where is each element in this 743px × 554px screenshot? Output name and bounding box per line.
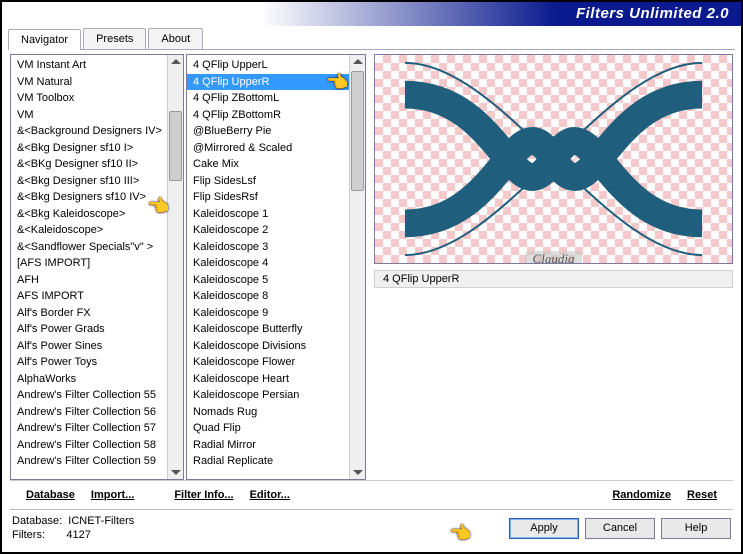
list-item[interactable]: VM Natural <box>11 74 183 91</box>
list-item[interactable]: Radial Replicate <box>187 453 365 470</box>
list-item[interactable]: 4 QFlip ZBottomR <box>187 107 365 124</box>
import-button[interactable]: Import... <box>85 487 140 503</box>
list-item[interactable]: AFS IMPORT <box>11 288 183 305</box>
list-item[interactable]: &<Background Designers IV> <box>11 123 183 140</box>
list-item[interactable]: Kaleidoscope Butterfly <box>187 321 365 338</box>
list-item[interactable]: AFH <box>11 272 183 289</box>
list-item[interactable]: &<Sandflower Specials"v" > <box>11 239 183 256</box>
list-item[interactable]: Cake Mix <box>187 156 365 173</box>
reset-button[interactable]: Reset <box>681 487 723 503</box>
list-item[interactable]: &<Bkg Designer sf10 III> <box>11 173 183 190</box>
database-button[interactable]: Database <box>20 487 81 503</box>
tab-navigator[interactable]: Navigator <box>8 29 81 50</box>
list-item[interactable]: Flip SidesRsf <box>187 189 365 206</box>
randomize-button[interactable]: Randomize <box>606 487 677 503</box>
preview-panel: Claudia <box>374 54 733 264</box>
list-item[interactable]: Andrew's Filter Collection 56 <box>11 404 183 421</box>
selected-filter-label: 4 QFlip UpperR <box>374 270 733 288</box>
list-item[interactable]: &<BKg Designer sf10 II> <box>11 156 183 173</box>
list-item[interactable]: Kaleidoscope 2 <box>187 222 365 239</box>
list-item[interactable]: Alf's Power Toys <box>11 354 183 371</box>
list-item[interactable]: VM Toolbox <box>11 90 183 107</box>
tab-about[interactable]: About <box>148 28 203 49</box>
list-item[interactable]: VM <box>11 107 183 124</box>
filter-list[interactable]: 4 QFlip UpperL4 QFlip UpperR4 QFlip ZBot… <box>186 54 366 480</box>
list-item[interactable]: Kaleidoscope 3 <box>187 239 365 256</box>
list-item[interactable]: Andrew's Filter Collection 58 <box>11 437 183 454</box>
list-item[interactable]: Kaleidoscope 8 <box>187 288 365 305</box>
list-item[interactable]: AlphaWorks <box>11 371 183 388</box>
list-item[interactable]: Andrew's Filter Collection 59 <box>11 453 183 470</box>
help-button[interactable]: Help <box>661 518 731 539</box>
preview-image <box>375 55 732 263</box>
filter-info-button[interactable]: Filter Info... <box>168 487 239 503</box>
list-item[interactable]: Nomads Rug <box>187 404 365 421</box>
list-item[interactable]: &<Bkg Designers sf10 IV> <box>11 189 183 206</box>
list-item[interactable]: Kaleidoscope Heart <box>187 371 365 388</box>
category-list[interactable]: VM Instant ArtVM NaturalVM ToolboxVM&<Ba… <box>10 54 184 480</box>
list-item[interactable]: Radial Mirror <box>187 437 365 454</box>
cancel-button[interactable]: Cancel <box>585 518 655 539</box>
list-item[interactable]: &<Kaleidoscope> <box>11 222 183 239</box>
scroll-thumb[interactable] <box>169 111 182 181</box>
app-title: Filters Unlimited 2.0 <box>576 5 729 22</box>
list-item[interactable]: Alf's Border FX <box>11 305 183 322</box>
list-item[interactable]: Kaleidoscope 9 <box>187 305 365 322</box>
status-info: Database: ICNET-Filters Filters: 4127 <box>12 514 134 542</box>
list-item[interactable]: @Mirrored & Scaled <box>187 140 365 157</box>
scrollbar[interactable] <box>167 55 183 479</box>
list-item[interactable]: Kaleidoscope Persian <box>187 387 365 404</box>
list-item[interactable]: 4 QFlip ZBottomL <box>187 90 365 107</box>
list-item[interactable]: Andrew's Filter Collection 55 <box>11 387 183 404</box>
scrollbar[interactable] <box>349 55 365 479</box>
list-item[interactable]: [AFS IMPORT] <box>11 255 183 272</box>
list-item[interactable]: Kaleidoscope Divisions <box>187 338 365 355</box>
list-item[interactable]: &<Bkg Kaleidoscope> <box>11 206 183 223</box>
editor-button[interactable]: Editor... <box>244 487 296 503</box>
list-item[interactable]: Kaleidoscope 4 <box>187 255 365 272</box>
scroll-thumb[interactable] <box>351 71 364 191</box>
list-item[interactable]: VM Instant Art <box>11 57 183 74</box>
watermark: Claudia <box>525 251 583 264</box>
list-item[interactable]: Kaleidoscope 5 <box>187 272 365 289</box>
list-item[interactable]: 4 QFlip UpperL <box>187 57 365 74</box>
list-item[interactable]: Kaleidoscope 1 <box>187 206 365 223</box>
tab-presets[interactable]: Presets <box>83 28 146 49</box>
list-item[interactable]: 4 QFlip UpperR <box>187 74 365 91</box>
list-item[interactable]: Quad Flip <box>187 420 365 437</box>
list-item[interactable]: Flip SidesLsf <box>187 173 365 190</box>
list-item[interactable]: @BlueBerry Pie <box>187 123 365 140</box>
title-banner: Filters Unlimited 2.0 <box>2 2 741 26</box>
list-item[interactable]: Alf's Power Sines <box>11 338 183 355</box>
list-item[interactable]: Alf's Power Grads <box>11 321 183 338</box>
list-item[interactable]: Andrew's Filter Collection 57 <box>11 420 183 437</box>
list-item[interactable]: &<Bkg Designer sf10 I> <box>11 140 183 157</box>
apply-button[interactable]: Apply <box>509 518 579 539</box>
list-item[interactable]: Kaleidoscope Flower <box>187 354 365 371</box>
tab-strip: Navigator Presets About <box>8 28 735 50</box>
